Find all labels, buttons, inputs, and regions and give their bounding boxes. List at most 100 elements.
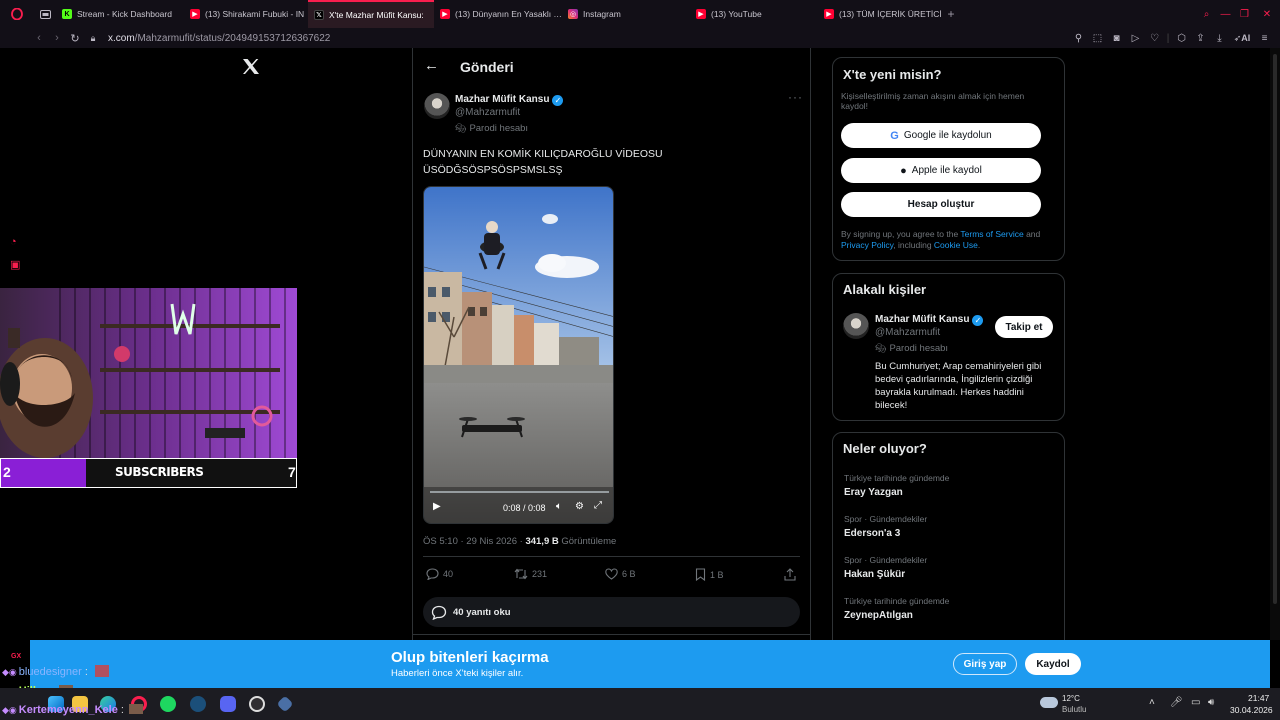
terms-link[interactable]: Terms of Service — [960, 229, 1023, 239]
chat-user: Kertemeyenn_Kele — [18, 704, 118, 716]
heart-icon[interactable]: ♡ — [1145, 33, 1164, 44]
chat-message: ◆◉ Kertemeyenn_Kele : — [2, 704, 144, 716]
read-replies-button[interactable]: 40 yanıtı oku — [423, 597, 800, 627]
tab-youtube[interactable]: ▶ (13) YouTube — [690, 0, 818, 28]
banner-title: Olup bitenleri kaçırma — [391, 649, 549, 666]
aria-icon[interactable]: ➶AI — [1229, 33, 1255, 44]
restore-icon[interactable]: ❐ — [1235, 9, 1254, 20]
weather-temp: 12°C — [1062, 694, 1080, 703]
play-icon[interactable]: ▷ — [1126, 33, 1145, 44]
like-button[interactable]: 6 B — [605, 568, 636, 580]
related-handle[interactable]: @Mahzarmufit — [875, 327, 940, 338]
privacy-link[interactable]: Privacy Policy — [841, 240, 893, 250]
google-signup-button[interactable]: G Google ile kaydolun — [841, 123, 1041, 148]
close-window-icon[interactable]: ✕ — [1254, 9, 1280, 20]
video-frame — [424, 187, 613, 523]
steam-icon[interactable] — [190, 696, 206, 712]
pin-icon[interactable]: ⚲ — [1069, 33, 1088, 44]
trend-item[interactable]: Türkiye tarihinde gündemde Eray Yazgan — [844, 473, 949, 498]
youtube-icon: ▶ — [190, 9, 200, 19]
legal-text: By signing up, you agree to the — [841, 229, 961, 239]
fullscreen-icon[interactable]: ⤢ — [594, 500, 602, 511]
reply-button[interactable]: 40 — [426, 568, 453, 580]
signup-legal: By signing up, you agree to the Terms of… — [841, 229, 1056, 251]
extensions-icon[interactable]: ⬡ — [1172, 33, 1191, 44]
tab-dunyanin[interactable]: ▶ (13) Dünyanın En Yasaklı … — [434, 0, 562, 28]
obs-icon[interactable] — [249, 696, 265, 712]
related-parody: 🎭︎ Parodi hesabı — [875, 343, 948, 354]
opera-sidebar-wallet-icon[interactable]: ▣ — [10, 258, 20, 271]
tab-x-post[interactable]: 𝕏 X'te Mazhar Müfit Kansu: — [308, 0, 434, 28]
share-post-icon[interactable] — [784, 568, 800, 581]
page-scrollbar[interactable] — [1270, 48, 1280, 640]
spotify-icon[interactable] — [160, 696, 176, 712]
trends-title: Neler oluyor? — [843, 441, 927, 456]
tab-tum-icerik[interactable]: ▶ (13) TÜM İÇERİK ÜRETİCİ — [818, 0, 942, 28]
video-player[interactable]: ▶ 0:08 / 0:08 🔈︎ ⚙ ⤢ — [423, 186, 614, 524]
discord-icon[interactable] — [220, 696, 236, 712]
cookie-link[interactable]: Cookie Use — [934, 240, 978, 250]
tab-shirakami[interactable]: ▶ (13) Shirakami Fubuki - IN — [184, 0, 308, 28]
related-name[interactable]: Mazhar Müfit Kansu ✓ — [875, 314, 984, 326]
signup-title: X'te yeni misin? — [843, 67, 942, 82]
trend-item[interactable]: Türkiye tarihinde gündemde ZeynepAtılgan — [844, 596, 949, 621]
screenshot-icon[interactable]: ⬚ — [1088, 33, 1107, 44]
author-handle[interactable]: @Mahzarmufit — [455, 107, 520, 118]
menu-icon[interactable]: ≡ — [1255, 33, 1274, 44]
author-name[interactable]: Mazhar Müfit Kansu ✓ — [455, 94, 564, 106]
url-field[interactable]: x.com/Mahzarmufit/status/204949153712636… — [108, 33, 330, 44]
video-play-icon[interactable]: ▶ — [433, 501, 441, 512]
camera-icon[interactable]: ◙ — [1107, 33, 1126, 44]
views-label: Görüntüleme — [558, 536, 617, 547]
scrollbar-thumb[interactable] — [1273, 54, 1277, 604]
back-arrow-icon[interactable]: ← — [424, 57, 439, 74]
follow-button[interactable]: Takip et — [995, 316, 1053, 338]
tray-chevron-icon[interactable]: ˄ — [1149, 697, 1155, 708]
opera-logo-icon[interactable] — [0, 8, 34, 20]
reply-count: 40 — [443, 569, 454, 579]
trend-item[interactable]: Spor · Gündemdekiler Hakan Şükür — [844, 555, 927, 580]
share-icon[interactable]: ⇪ — [1191, 33, 1210, 44]
bookmark-button[interactable]: 1 B — [695, 568, 724, 581]
repost-button[interactable]: 231 — [514, 568, 547, 580]
post-timestamp[interactable]: ÖS 5:10 · 29 Nis 2026 · — [423, 536, 525, 547]
chat-message: ◆◉ bluedesigner : — [2, 665, 109, 678]
avatar[interactable] — [424, 93, 450, 119]
reload-icon[interactable]: ↻ — [66, 32, 84, 45]
tab-kick[interactable]: K Stream - Kick Dashboard — [56, 0, 184, 28]
new-tab-button[interactable]: + — [942, 7, 960, 21]
clock-date[interactable]: 30.04.2026 — [1230, 705, 1273, 715]
chat-emote-icon — [94, 665, 109, 677]
banner-signup-button[interactable]: Kaydol — [1025, 653, 1081, 675]
minimize-icon[interactable]: — — [1216, 9, 1235, 20]
forward-icon[interactable]: › — [48, 32, 66, 44]
parody-label: 🎭︎ Parodi hesabı — [455, 123, 528, 134]
bookmark-count: 1 B — [710, 569, 724, 580]
page-title: Gönderi — [460, 59, 514, 75]
more-options-icon[interactable]: ··· — [788, 90, 803, 104]
search-tabs-icon[interactable]: ⌕ — [1197, 9, 1216, 20]
clock-time[interactable]: 21:47 — [1248, 693, 1269, 703]
apple-signup-button[interactable]: ● Apple ile kaydol — [841, 158, 1041, 183]
trend-context: Türkiye tarihinde gündemde — [844, 596, 950, 606]
follow-label: Takip et — [1005, 321, 1043, 333]
tab-workspaces-icon[interactable] — [34, 9, 56, 19]
trend-item[interactable]: Spor · Gündemdekiler Ederson'a 3 — [844, 514, 927, 539]
download-icon[interactable]: ⤓ — [1210, 33, 1229, 44]
subscriber-progress — [1, 459, 86, 487]
instagram-icon: ◎ — [568, 9, 578, 19]
opera-sidebar-speed-icon[interactable]: ◔ — [10, 236, 17, 248]
volume-icon[interactable]: 🔈︎ — [556, 501, 562, 512]
weather-cloud-icon[interactable] — [1040, 697, 1058, 708]
microphone-icon[interactable]: 🎤︎ — [1170, 697, 1183, 708]
app-icon[interactable] — [276, 695, 294, 713]
back-icon[interactable]: ‹ — [30, 32, 48, 44]
tab-instagram[interactable]: ◎ Instagram — [562, 0, 690, 28]
create-account-button[interactable]: Hesap oluştur — [841, 192, 1041, 217]
banner-login-button[interactable]: Giriş yap — [953, 653, 1017, 675]
speaker-icon[interactable]: 🔊︎ — [1208, 697, 1214, 708]
x-home-logo-icon[interactable] — [242, 58, 260, 80]
video-settings-icon[interactable]: ⚙ — [575, 501, 584, 512]
monitor-icon[interactable]: ▭ — [1191, 697, 1200, 708]
related-avatar[interactable] — [843, 313, 869, 339]
